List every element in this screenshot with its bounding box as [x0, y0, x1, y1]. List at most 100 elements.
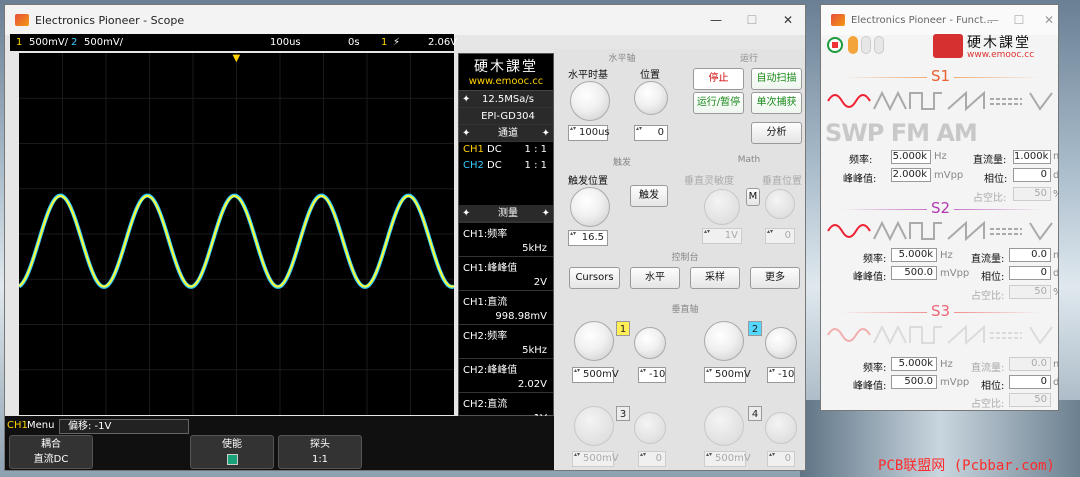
trigger-spinner[interactable]: 16.5 — [568, 230, 608, 246]
s2-amp-input[interactable]: 500.0 — [891, 266, 937, 280]
s3-amp-label: 峰峰值: — [853, 381, 887, 392]
ch2-badge[interactable]: 2 — [748, 321, 762, 336]
run-group-label: 运行 — [739, 54, 758, 64]
math-m-button[interactable]: M — [746, 188, 760, 206]
measurement-label: CH1:频率 — [463, 229, 508, 240]
ch4-pos-spinner[interactable]: 0 — [767, 451, 795, 467]
math-position-knob[interactable] — [765, 189, 795, 219]
ch4-volt-knob[interactable] — [704, 406, 744, 446]
ch1-pos-knob[interactable] — [634, 327, 666, 359]
ch2-volt-spinner[interactable]: 500mV — [704, 367, 751, 383]
analyze-button[interactable]: 分析 — [751, 122, 802, 144]
math-position-spinner[interactable]: 0 — [765, 228, 795, 244]
sine-icon — [827, 94, 871, 108]
s1-phase-input[interactable]: 0 — [1013, 168, 1051, 182]
s2-dc-unit: mV — [1053, 250, 1058, 261]
probe-softkey[interactable]: 探头 1:1 — [278, 435, 362, 469]
ch4-badge[interactable]: 4 — [748, 406, 762, 421]
measurement-value: 5kHz — [522, 243, 547, 254]
h-position-spinner[interactable]: 0 — [634, 125, 668, 141]
s2-dc-input[interactable]: 0.0 — [1009, 248, 1051, 262]
measure-header[interactable]: ✦ 测量 ✦ — [459, 205, 553, 222]
auto-scan-button[interactable]: 自动扫描 — [751, 68, 802, 90]
math-sensitivity-knob[interactable] — [704, 189, 740, 225]
s2-duty-input[interactable]: 50 — [1009, 285, 1051, 299]
s3-phase-input[interactable]: 0 — [1009, 375, 1051, 389]
window-title: Electronics Pioneer - Funct... — [851, 14, 993, 26]
ch1-badge[interactable]: 1 — [616, 321, 630, 336]
channel-header[interactable]: ✦ 通道 ✦ — [459, 125, 553, 142]
minimize-button[interactable]: — — [698, 5, 734, 35]
trigger-knob[interactable] — [570, 187, 610, 227]
s2-phase-input[interactable]: 0 — [1009, 266, 1051, 280]
ch2-pos-knob[interactable] — [765, 327, 797, 359]
ch1-volt-knob[interactable] — [574, 321, 614, 361]
ch3-badge[interactable]: 3 — [616, 406, 630, 421]
ch1-pos-spinner[interactable]: -10 — [638, 367, 666, 383]
s3-dc-input[interactable]: 0.0 — [1009, 357, 1051, 371]
stop-button[interactable]: 停止 — [693, 68, 744, 90]
s1-amp-input[interactable]: 2.000k — [891, 168, 931, 182]
cursors-button[interactable]: Cursors — [569, 267, 620, 289]
measurement-item[interactable]: CH2:峰峰值 2.02V — [459, 358, 553, 392]
s1-dc-input[interactable]: 1.000k — [1013, 150, 1051, 164]
ch4-pos-knob[interactable] — [765, 412, 797, 444]
func-titlebar[interactable]: Electronics Pioneer - Funct... — ☐ ✕ — [821, 5, 1058, 35]
s3-duty-input[interactable]: 50 — [1009, 393, 1051, 407]
ch3-volt-knob[interactable] — [574, 406, 614, 446]
s2-phase-unit: deg — [1053, 268, 1059, 279]
waveform-display[interactable]: ▼ — [19, 53, 454, 415]
s1-amp-label: 峰峰值: — [843, 174, 877, 185]
maximize-button[interactable]: ☐ — [734, 5, 770, 35]
ch4-volt-spinner[interactable]: 500mV — [704, 451, 751, 467]
ch3-pos-spinner[interactable]: 0 — [638, 451, 666, 467]
s3-indicator-icon[interactable] — [874, 36, 884, 54]
channel-row-ch1[interactable]: CH1 DC 1 : 1 — [459, 142, 553, 158]
coupling-softkey[interactable]: 耦合 直流DC — [9, 435, 93, 469]
ch2-pos-spinner[interactable]: -10 — [767, 367, 795, 383]
measurement-item[interactable]: CH2:频率 5kHz — [459, 324, 553, 358]
ch1-volt-spinner[interactable]: 500mV — [572, 367, 619, 383]
s3-waveform-selector[interactable] — [826, 323, 1056, 345]
sample-button[interactable]: 采样 — [690, 267, 740, 289]
s1-waveform-selector[interactable] — [826, 89, 1056, 111]
scope-titlebar[interactable]: Electronics Pioneer - Scope — ☐ ✕ — [5, 5, 805, 35]
output-toggle-icon[interactable] — [827, 37, 843, 53]
s3-label: S3 — [926, 302, 955, 320]
s2-indicator-icon[interactable] — [861, 36, 871, 54]
s3-freq-input[interactable]: 5.000k — [891, 357, 937, 371]
enable-softkey[interactable]: 使能 — [190, 435, 274, 469]
math-group-label: Math — [737, 155, 761, 165]
ch1-scale: 500mV/ — [29, 37, 69, 48]
more-button[interactable]: 更多 — [750, 267, 800, 289]
enable-checkbox[interactable] — [226, 454, 238, 465]
horizontal-button[interactable]: 水平 — [630, 267, 680, 289]
measurement-item[interactable]: CH1:峰峰值 2V — [459, 256, 553, 290]
timebase-spinner[interactable]: 100us — [568, 125, 610, 141]
site-watermark: PCB联盟网 (Pcbbar.com) — [878, 458, 1055, 474]
timebase-knob[interactable] — [570, 81, 610, 121]
close-button[interactable]: ✕ — [770, 5, 805, 35]
s3-amp-input[interactable]: 500.0 — [891, 375, 937, 389]
ch3-volt-spinner[interactable]: 500mV — [572, 451, 619, 467]
s2-waveform-selector[interactable] — [826, 219, 1056, 241]
channel-row-ch2[interactable]: CH2 DC 1 : 1 — [459, 158, 553, 174]
measurement-item[interactable]: CH1:频率 5kHz — [459, 222, 553, 256]
ch3-pos-knob[interactable] — [634, 412, 666, 444]
close-button[interactable]: ✕ — [1031, 5, 1058, 35]
logo-url: www.emooc.cc — [468, 76, 544, 87]
math-sensitivity-spinner[interactable]: 1V — [702, 228, 742, 244]
s1-freq-input[interactable]: 5.000k — [891, 150, 931, 164]
h-position-knob[interactable] — [634, 81, 668, 115]
measurement-item[interactable]: CH1:直流 998.98mV — [459, 290, 553, 324]
run-pause-button[interactable]: 运行/暂停 — [693, 92, 744, 114]
measurement-label: CH1:直流 — [463, 297, 508, 308]
offset-field[interactable]: 偏移: -1V — [59, 419, 189, 434]
ch2-volt-knob[interactable] — [704, 321, 744, 361]
trigger-button[interactable]: 触发 — [630, 185, 668, 207]
s2-freq-input[interactable]: 5.000k — [891, 248, 937, 262]
triangle-icon — [873, 220, 907, 241]
s1-indicator-icon[interactable] — [848, 36, 858, 54]
single-capture-button[interactable]: 单次捕获 — [751, 92, 802, 114]
modulation-modes[interactable]: SWP FM AM — [825, 119, 978, 147]
